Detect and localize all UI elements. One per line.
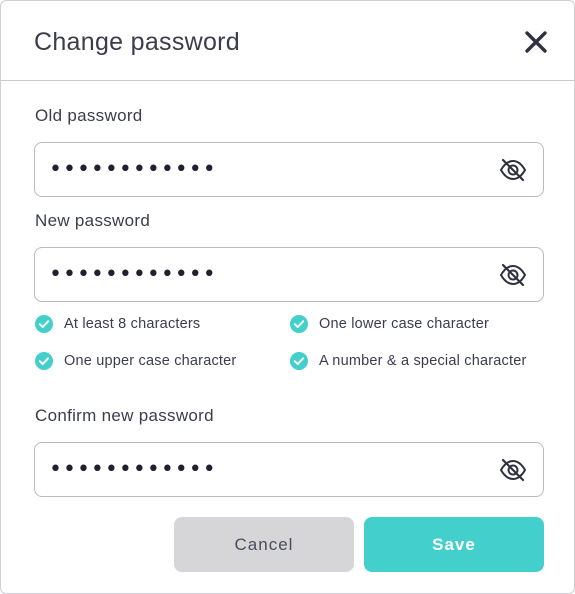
eye-off-icon [499,263,527,287]
eye-off-icon [499,458,527,482]
save-button[interactable]: Save [364,517,544,572]
requirement-label: One upper case character [64,353,237,369]
requirement-label: One lower case character [319,316,490,332]
check-circle-icon [290,352,308,370]
close-icon [525,31,547,53]
check-circle-icon [290,315,308,333]
old-password-input[interactable] [49,143,489,196]
requirement-item: At least 8 characters [35,315,200,333]
confirm-password-label: Confirm new password [35,406,214,425]
confirm-password-input[interactable] [49,443,489,496]
requirement-item: One lower case character [290,315,489,333]
new-password-input[interactable] [49,248,489,301]
new-password-label: New password [35,211,151,230]
old-password-label: Old password [35,106,143,125]
check-circle-icon [35,352,53,370]
requirement-label: A number & a special character [319,353,527,369]
toggle-confirm-password-visibility[interactable] [498,457,528,483]
cancel-button[interactable]: Cancel [174,517,354,572]
dialog-title: Change password [34,28,241,56]
confirm-password-field-box [34,442,544,497]
dialog-header: Change password [1,1,574,81]
requirement-label: At least 8 characters [64,316,201,332]
close-button[interactable] [521,27,551,57]
requirement-item: A number & a special character [290,352,527,370]
toggle-old-password-visibility[interactable] [498,157,528,183]
old-password-field-box [34,142,544,197]
toggle-new-password-visibility[interactable] [498,262,528,288]
new-password-field-box [34,247,544,302]
eye-off-icon [499,158,527,182]
check-circle-icon [35,315,53,333]
requirement-item: One upper case character [35,352,236,370]
change-password-dialog: Change password Old password New passwor… [0,0,575,594]
